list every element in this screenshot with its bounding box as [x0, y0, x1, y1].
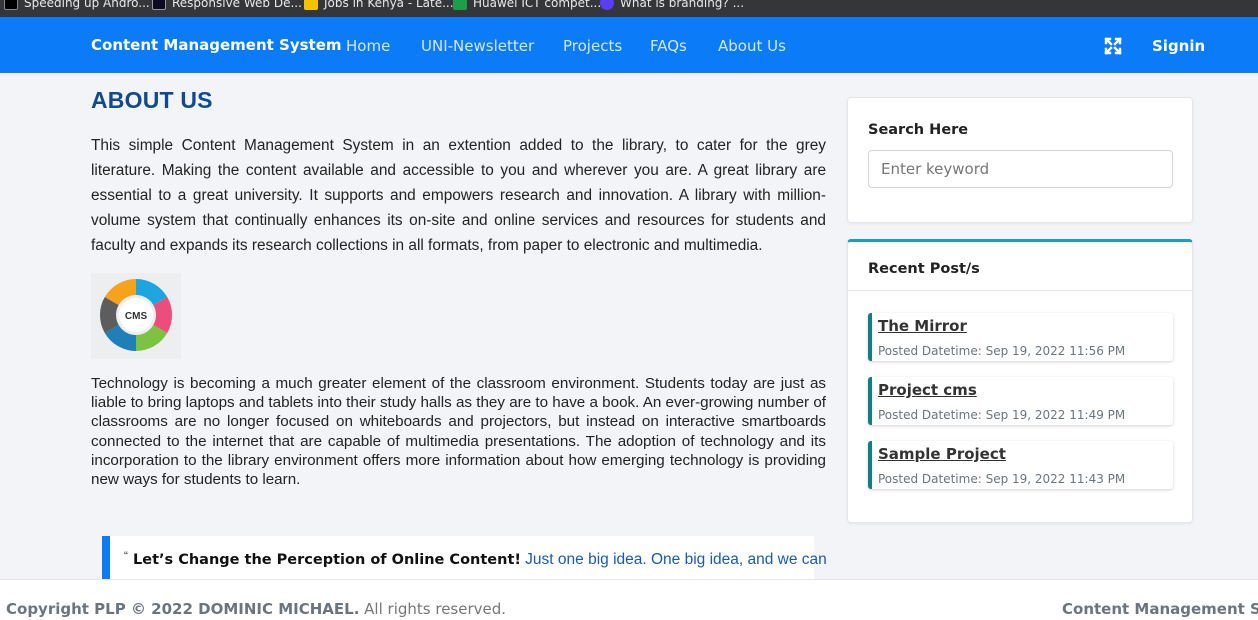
- signin-link[interactable]: Signin: [1152, 37, 1205, 55]
- bookmark-label: Speeding up Andro...: [24, 0, 150, 10]
- nav-uni-newsletter[interactable]: UNI-Newsletter: [421, 37, 534, 55]
- nav-faqs[interactable]: FAQs: [650, 37, 687, 55]
- huawei-icon: [453, 0, 467, 10]
- dev-icon: [4, 0, 18, 10]
- page-title: ABOUT US: [91, 87, 213, 113]
- globe-icon: [600, 0, 614, 10]
- expand-icon[interactable]: [1104, 37, 1122, 55]
- copyright-rest: All rights reserved.: [359, 600, 507, 618]
- free-code-camp-icon: [152, 0, 166, 10]
- bookmarks-bar: Speeding up Andro... Responsive Web De..…: [0, 0, 1258, 17]
- bookmark-label: Responsive Web De...: [172, 0, 302, 10]
- nav-home[interactable]: Home: [346, 37, 390, 55]
- bookmark-label: Huawei ICT compet...: [473, 0, 602, 10]
- quote-block: “ Let’s Change the Perception of Online C…: [102, 536, 827, 580]
- cms-wheel-graphic: CMS: [99, 279, 173, 351]
- search-card: Search Here: [847, 97, 1193, 223]
- search-input[interactable]: [868, 150, 1173, 188]
- bookmark-speeding-up-android[interactable]: Speeding up Andro...: [4, 0, 150, 11]
- post-date: Posted Datetime: Sep 19, 2022 11:49 PM: [878, 408, 1126, 422]
- bookmark-jobs-in-kenya[interactable]: Jobs in Kenya - Late...: [304, 0, 454, 11]
- post-date: Posted Datetime: Sep 19, 2022 11:56 PM: [878, 344, 1126, 358]
- recent-posts-header: Recent Post/s: [848, 242, 1192, 291]
- nav-about-us[interactable]: About Us: [718, 37, 786, 55]
- copyright-strong: Copyright PLP © 2022 DOMINIC MICHAEL.: [6, 600, 360, 618]
- recent-posts-card: Recent Post/s The Mirror Posted Datetime…: [847, 239, 1193, 523]
- cms-illustration: CMS: [91, 273, 181, 359]
- copyright: Copyright PLP © 2022 DOMINIC MICHAEL. Al…: [6, 600, 506, 618]
- post-title-link[interactable]: Project cms: [878, 381, 977, 399]
- navbar-brand[interactable]: Content Management System: [91, 36, 342, 54]
- recent-post-item[interactable]: Project cms Posted Datetime: Sep 19, 202…: [868, 377, 1173, 425]
- recent-post-item[interactable]: The Mirror Posted Datetime: Sep 19, 2022…: [868, 313, 1173, 361]
- bookmark-responsive-web-design[interactable]: Responsive Web De...: [152, 0, 302, 11]
- about-paragraph-2: Technology is becoming a much greater el…: [91, 375, 826, 489]
- bookmark-label: What is branding? ...: [620, 0, 745, 10]
- quote-mark: “: [124, 549, 128, 563]
- about-paragraph-1: This simple Content Management System in…: [91, 137, 826, 254]
- footer: Copyright PLP © 2022 DOMINIC MICHAEL. Al…: [0, 579, 1258, 620]
- post-date: Posted Datetime: Sep 19, 2022 11:43 PM: [878, 472, 1126, 486]
- footer-brand: Content Management System: [1062, 600, 1258, 618]
- search-label: Search Here: [868, 122, 969, 138]
- bookmark-what-is-branding[interactable]: What is branding? ...: [600, 0, 744, 11]
- quote-text: Just one big idea. One big idea, and we …: [525, 551, 827, 568]
- navbar: Content Management System Home UNI-Newsl…: [0, 17, 1258, 73]
- recent-posts-title: Recent Post/s: [868, 261, 980, 277]
- quote-heading: Let’s Change the Perception of Online Co…: [133, 552, 521, 568]
- post-title-link[interactable]: The Mirror: [878, 317, 967, 335]
- cms-label: CMS: [125, 311, 148, 322]
- recent-post-item[interactable]: Sample Project Posted Datetime: Sep 19, …: [868, 441, 1173, 489]
- nav-projects[interactable]: Projects: [563, 37, 622, 55]
- post-title-link[interactable]: Sample Project: [878, 445, 1006, 463]
- bookmark-label: Jobs in Kenya - Late...: [324, 0, 454, 10]
- jobs-icon: [304, 0, 318, 10]
- bookmark-huawei-ict[interactable]: Huawei ICT compet...: [453, 0, 601, 11]
